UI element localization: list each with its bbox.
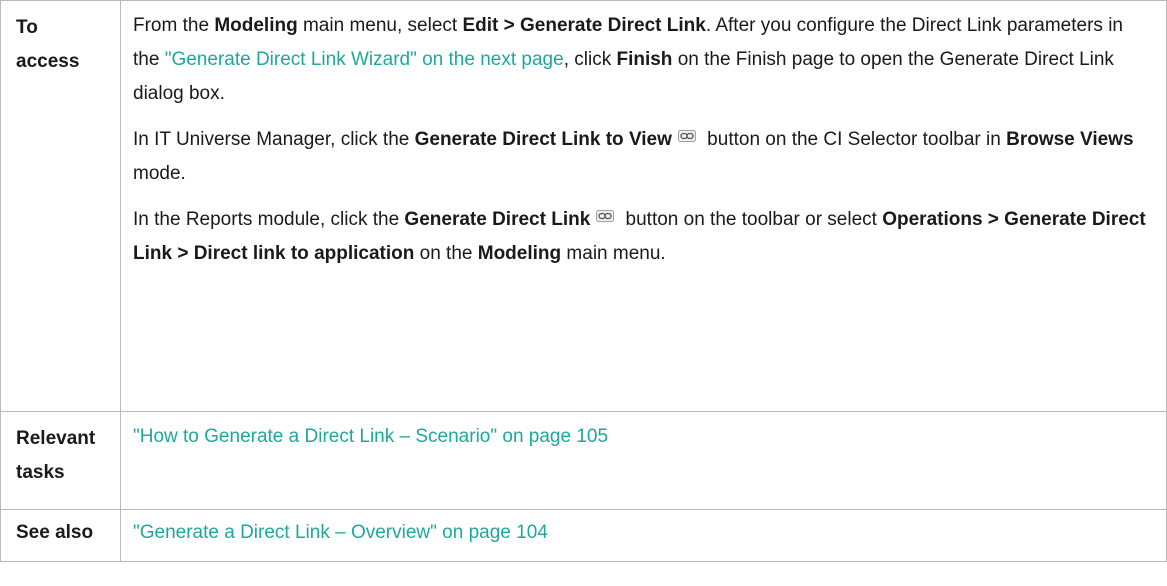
bold-modeling: Modeling [477,243,562,264]
paragraph-modeling-menu: From the Modeling main menu, select Edit… [133,9,1154,111]
bold-modeling: Modeling [214,15,298,36]
chain-link-icon [677,130,696,142]
label-line: access [16,51,80,72]
bold-generate-direct-link: Generate Direct Link [404,209,591,230]
label-line: tasks [16,462,65,483]
link-how-to-generate-direct-link[interactable]: "How to Generate a Direct Link – Scenari… [133,426,608,447]
paragraph-it-universe: In IT Universe Manager, click the Genera… [133,123,1154,191]
text: main menu. [561,243,666,264]
bold-browse-views: Browse Views [1006,129,1134,150]
text: In the Reports module, click the [133,209,405,230]
text: on the [414,243,478,264]
text: From the [133,15,215,36]
row-content-relevant-tasks: "How to Generate a Direct Link – Scenari… [120,411,1167,510]
text: In IT Universe Manager, click the [133,129,415,150]
row-label-relevant-tasks: Relevant tasks [0,411,121,510]
link-generate-direct-link-overview[interactable]: "Generate a Direct Link – Overview" on p… [133,522,548,543]
paragraph-reports-module: In the Reports module, click the Generat… [133,203,1154,271]
chain-link-icon [596,210,615,222]
bold-menu-path: Edit > Generate Direct Link [462,15,706,36]
bold-generate-direct-link-to-view: Generate Direct Link to View [414,129,672,150]
row-see-also: See also "Generate a Direct Link – Overv… [0,509,1167,562]
text: button on the CI Selector toolbar in [701,129,1007,150]
row-label-to-access: To access [0,0,121,412]
text: main menu, select [297,15,463,36]
label-line: Relevant [16,428,96,449]
text: button on the toolbar or select [620,209,883,230]
text: , click [563,49,617,70]
row-content-see-also: "Generate a Direct Link – Overview" on p… [120,509,1167,562]
row-to-access: To access From the Modeling main menu, s… [0,0,1167,412]
link-generate-direct-link-wizard[interactable]: "Generate Direct Link Wizard" on the nex… [165,49,564,70]
row-relevant-tasks: Relevant tasks "How to Generate a Direct… [0,411,1167,510]
row-content-to-access: From the Modeling main menu, select Edit… [120,0,1167,412]
text: mode. [133,163,186,184]
reference-table: To access From the Modeling main menu, s… [0,0,1167,562]
label-line: To [16,17,38,38]
row-label-see-also: See also [0,509,121,562]
bold-finish: Finish [616,49,673,70]
